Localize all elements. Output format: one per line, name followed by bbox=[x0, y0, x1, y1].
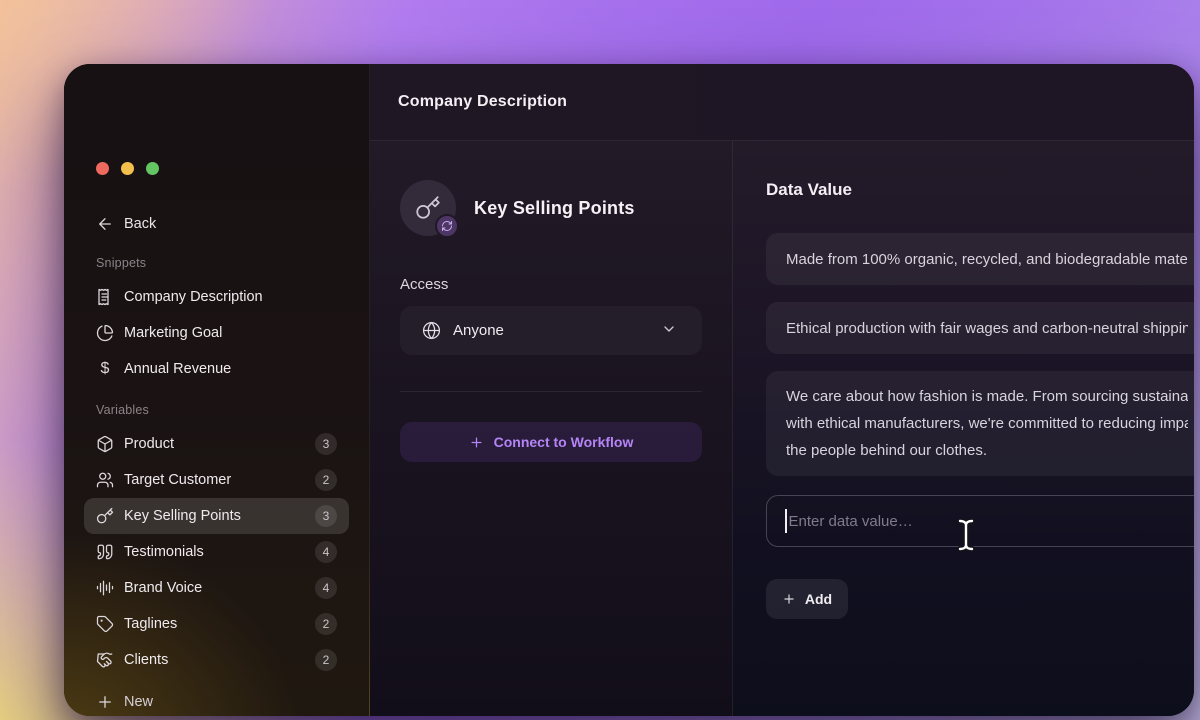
count-badge: 3 bbox=[315, 433, 337, 455]
sidebar-item-annual-revenue[interactable]: $ Annual Revenue bbox=[84, 351, 349, 387]
chevron-down-icon bbox=[661, 321, 680, 340]
waveform-icon bbox=[96, 579, 114, 597]
input-placeholder: Enter data value… bbox=[789, 513, 913, 530]
sidebar-item-testimonials[interactable]: Testimonials 4 bbox=[84, 534, 349, 570]
plus-icon bbox=[782, 592, 796, 606]
sidebar-item-marketing-goal[interactable]: Marketing Goal bbox=[84, 315, 349, 351]
snippets-list: Company Description Marketing Goal $ Ann… bbox=[84, 279, 349, 387]
data-value-card[interactable]: We care about how fashion is made. From … bbox=[766, 371, 1194, 476]
section-label-variables: Variables bbox=[96, 403, 349, 417]
users-icon bbox=[96, 471, 114, 489]
sidebar-item-target-customer[interactable]: Target Customer 2 bbox=[84, 462, 349, 498]
count-badge: 3 bbox=[315, 505, 337, 527]
data-value-card[interactable]: Ethical production with fair wages and c… bbox=[766, 302, 1194, 354]
globe-icon bbox=[422, 321, 441, 340]
main-area: Company Description Key Selling Points A… bbox=[370, 64, 1194, 716]
back-label: Back bbox=[124, 216, 156, 232]
access-dropdown[interactable]: Anyone bbox=[400, 306, 702, 355]
tag-icon bbox=[96, 615, 114, 633]
sidebar-item-product[interactable]: Product 3 bbox=[84, 426, 349, 462]
text-caret bbox=[785, 509, 787, 533]
sidebar: Back Snippets Company Description Market… bbox=[64, 64, 370, 716]
data-value-input[interactable]: Enter data value… bbox=[766, 495, 1194, 547]
back-button[interactable]: Back bbox=[84, 210, 349, 237]
snippet-avatar bbox=[400, 180, 456, 236]
page-title: Company Description bbox=[398, 93, 567, 111]
add-data-value-button[interactable]: Add bbox=[766, 579, 848, 619]
new-variable-button[interactable]: New bbox=[84, 687, 349, 716]
sidebar-item-clients[interactable]: Clients 2 bbox=[84, 642, 349, 678]
header-bar: Company Description bbox=[370, 64, 1194, 141]
sidebar-item-label: Key Selling Points bbox=[124, 508, 241, 524]
sidebar-item-label: Product bbox=[124, 436, 174, 452]
count-badge: 4 bbox=[315, 577, 337, 599]
sidebar-item-company-description[interactable]: Company Description bbox=[84, 279, 349, 315]
divider bbox=[400, 391, 702, 392]
chart-pie-icon bbox=[96, 324, 114, 342]
sidebar-item-brand-voice[interactable]: Brand Voice 4 bbox=[84, 570, 349, 606]
sidebar-item-label: Testimonials bbox=[124, 544, 204, 560]
sidebar-item-taglines[interactable]: Taglines 2 bbox=[84, 606, 349, 642]
connect-label: Connect to Workflow bbox=[494, 434, 634, 450]
app-window: Back Snippets Company Description Market… bbox=[64, 64, 1194, 716]
access-value: Anyone bbox=[453, 322, 504, 339]
refresh-icon bbox=[441, 220, 453, 232]
plus-icon bbox=[469, 435, 484, 450]
close-window-button[interactable] bbox=[96, 162, 109, 175]
sidebar-item-label: Company Description bbox=[124, 289, 263, 305]
count-badge: 2 bbox=[315, 613, 337, 635]
receipt-icon bbox=[96, 288, 114, 306]
plus-icon bbox=[96, 693, 114, 711]
dollar-icon: $ bbox=[96, 360, 114, 378]
box-icon bbox=[96, 435, 114, 453]
sidebar-item-label: Target Customer bbox=[124, 472, 231, 488]
window-controls bbox=[96, 162, 349, 175]
quote-icon bbox=[96, 543, 114, 561]
variables-list: Product 3 Target Customer 2 Key Selling … bbox=[84, 426, 349, 678]
access-label: Access bbox=[400, 276, 702, 293]
sidebar-item-label: Annual Revenue bbox=[124, 361, 231, 377]
count-badge: 4 bbox=[315, 541, 337, 563]
arrow-left-icon bbox=[96, 215, 114, 233]
count-badge: 2 bbox=[315, 649, 337, 671]
sync-badge bbox=[435, 214, 459, 238]
snippet-detail-panel: Key Selling Points Access Anyone Connect… bbox=[370, 141, 733, 716]
sidebar-item-label: Clients bbox=[124, 652, 168, 668]
minimize-window-button[interactable] bbox=[121, 162, 134, 175]
section-label-snippets: Snippets bbox=[96, 256, 349, 270]
data-value-panel: Data Value Made from 100% organic, recyc… bbox=[733, 141, 1194, 716]
connect-to-workflow-button[interactable]: Connect to Workflow bbox=[400, 422, 702, 462]
sidebar-item-label: Taglines bbox=[124, 616, 177, 632]
count-badge: 2 bbox=[315, 469, 337, 491]
zoom-window-button[interactable] bbox=[146, 162, 159, 175]
sidebar-item-label: Marketing Goal bbox=[124, 325, 222, 341]
data-value-card[interactable]: Made from 100% organic, recycled, and bi… bbox=[766, 233, 1194, 285]
snippet-title: Key Selling Points bbox=[474, 198, 635, 219]
sidebar-item-key-selling-points[interactable]: Key Selling Points 3 bbox=[84, 498, 349, 534]
sidebar-item-label: Brand Voice bbox=[124, 580, 202, 596]
data-value-heading: Data Value bbox=[766, 180, 1194, 200]
new-label: New bbox=[124, 694, 153, 710]
key-icon bbox=[96, 507, 114, 525]
add-label: Add bbox=[805, 591, 832, 607]
handshake-icon bbox=[96, 651, 114, 669]
